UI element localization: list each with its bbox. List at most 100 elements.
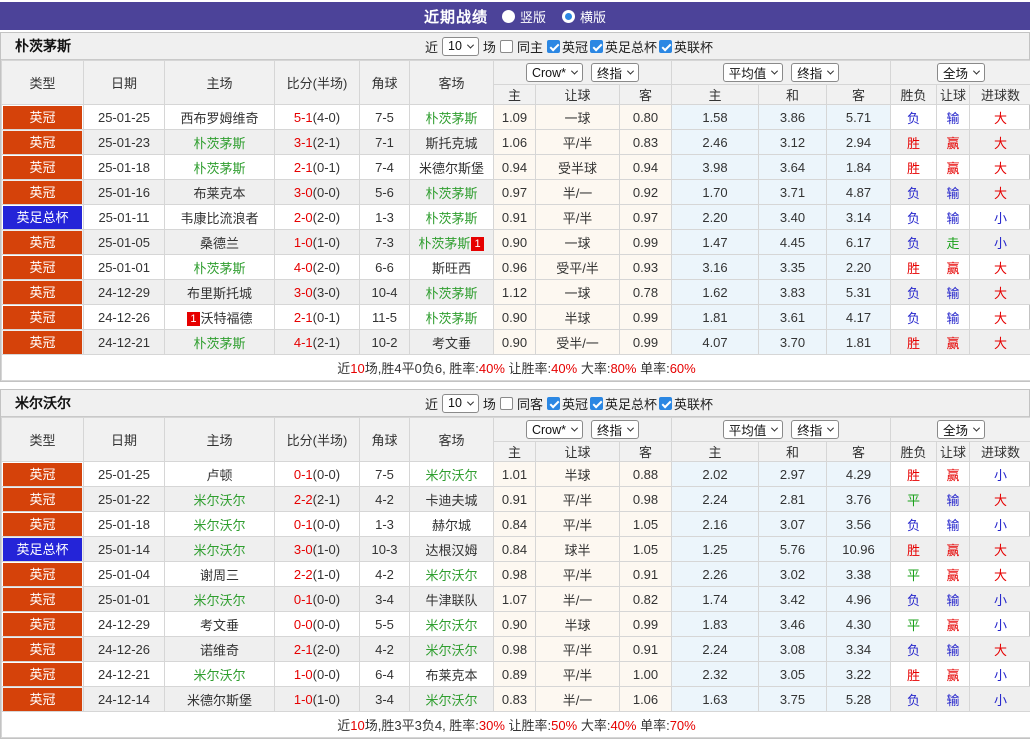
team-name-text: 米尔沃尔 <box>425 643 477 658</box>
crow-home-odds: 0.83 <box>494 687 536 712</box>
horizontal-layout-radio-item[interactable]: 横版 <box>562 7 606 26</box>
summary-segment: 40% <box>610 718 636 733</box>
league-checkbox[interactable] <box>590 397 603 410</box>
crow-final-select[interactable]: 终指 <box>591 420 639 439</box>
corners-cell: 5-5 <box>360 612 410 637</box>
match-rows: 英冠25-01-25卢顿0-1(0-0)7-5米尔沃尔1.01半球0.882.0… <box>2 462 1030 712</box>
crow-away-odds: 0.83 <box>620 130 672 155</box>
crow-company-select[interactable]: Crow* <box>526 420 583 439</box>
scope-select[interactable]: 全场 <box>937 420 985 439</box>
score-cell: 3-0(1-0) <box>275 537 360 562</box>
handicap-result-cell: 赢 <box>937 155 970 180</box>
away-team-cell: 米尔沃尔 <box>410 562 494 587</box>
match-count-select[interactable]: 10 <box>442 37 479 56</box>
type-cell: 英冠 <box>2 562 84 587</box>
crow-company-value: Crow* <box>532 66 566 80</box>
avg-company-select[interactable]: 平均值 <box>723 63 784 82</box>
corners-cell: 6-4 <box>360 662 410 687</box>
col-header-corners: 角球 <box>360 61 410 105</box>
crow-away-odds: 0.78 <box>620 280 672 305</box>
fulltime-score: 2-1 <box>294 642 313 657</box>
crow-company-select[interactable]: Crow* <box>526 63 583 82</box>
league-type-badge: 英冠 <box>3 613 82 636</box>
goals-result-cell: 大 <box>970 105 1030 130</box>
away-team-cell: 达根汉姆 <box>410 537 494 562</box>
league-checkbox[interactable] <box>590 40 603 53</box>
sub-header-crow-handicap: 让球 <box>536 85 620 105</box>
avg-away-odds: 4.96 <box>827 587 891 612</box>
score-cell: 2-1(0-1) <box>275 305 360 330</box>
league-checkbox-label: 英足总杯 <box>605 394 657 413</box>
sub-header-avg-home: 主 <box>672 85 759 105</box>
crow-away-odds: 0.98 <box>620 487 672 512</box>
avg-final-select[interactable]: 终指 <box>791 63 839 82</box>
match-row: 英冠25-01-05桑德兰1-0(1-0)7-3朴茨茅斯10.90一球0.991… <box>2 230 1030 255</box>
crow-handicap: 半/一 <box>536 687 620 712</box>
vertical-layout-radio-item[interactable]: 竖版 <box>502 7 546 26</box>
corners-cell: 11-5 <box>360 305 410 330</box>
crow-final-value: 终指 <box>597 420 622 439</box>
avg-away-odds: 4.87 <box>827 180 891 205</box>
match-count-select[interactable]: 10 <box>442 394 479 413</box>
result-text: 小 <box>994 668 1007 683</box>
team-name-text: 卢顿 <box>206 468 232 483</box>
corners-cell: 7-5 <box>360 462 410 487</box>
col-header-date: 日期 <box>84 418 165 462</box>
score-cell: 2-2(1-0) <box>275 562 360 587</box>
summary-segment: 大率: <box>577 718 610 733</box>
date-cell: 24-12-14 <box>84 687 165 712</box>
league-checkbox[interactable] <box>547 397 560 410</box>
winlose-result-cell: 胜 <box>891 130 937 155</box>
score-cell: 2-2(2-1) <box>275 487 360 512</box>
horizontal-layout-label: 横版 <box>580 7 606 26</box>
corners-cell: 4-2 <box>360 637 410 662</box>
same-venue-checkbox[interactable] <box>500 397 513 410</box>
goals-result-cell: 大 <box>970 280 1030 305</box>
vertical-layout-radio[interactable] <box>502 10 515 23</box>
league-type-badge: 英冠 <box>3 563 82 586</box>
type-cell: 英冠 <box>2 587 84 612</box>
type-cell: 英冠 <box>2 130 84 155</box>
league-checkbox[interactable] <box>547 40 560 53</box>
scope-select[interactable]: 全场 <box>937 63 985 82</box>
crow-final-select[interactable]: 终指 <box>591 63 639 82</box>
layout-radio-group: 竖版 横版 <box>502 7 606 26</box>
handicap-result-cell: 输 <box>937 105 970 130</box>
league-checkbox[interactable] <box>659 397 672 410</box>
handicap-result-cell: 输 <box>937 587 970 612</box>
league-checkbox-label: 英冠 <box>562 394 588 413</box>
fulltime-score: 3-0 <box>294 285 313 300</box>
league-checkbox-label: 英足总杯 <box>605 37 657 56</box>
result-text: 胜 <box>907 161 920 176</box>
date-cell: 25-01-16 <box>84 180 165 205</box>
crow-away-odds: 0.92 <box>620 180 672 205</box>
result-text: 胜 <box>907 261 920 276</box>
same-venue-checkbox[interactable] <box>500 40 513 53</box>
sub-header-goals: 进球数 <box>970 85 1030 105</box>
avg-away-odds: 3.14 <box>827 205 891 230</box>
horizontal-layout-radio[interactable] <box>562 10 575 23</box>
team-name-text: 达根汉姆 <box>425 543 477 558</box>
match-row: 英冠25-01-22米尔沃尔2-2(2-1)4-2卡迪夫城0.91平/半0.98… <box>2 487 1030 512</box>
type-cell: 英冠 <box>2 180 84 205</box>
col-header-type: 类型 <box>2 418 84 462</box>
league-type-badge: 英冠 <box>3 306 82 329</box>
avg-final-select[interactable]: 终指 <box>791 420 839 439</box>
league-checkbox-label: 英联杯 <box>674 394 713 413</box>
home-team-cell: 米尔沃尔 <box>165 587 275 612</box>
handicap-result-cell: 输 <box>937 305 970 330</box>
avg-company-select[interactable]: 平均值 <box>723 420 784 439</box>
score-cell: 2-1(0-1) <box>275 155 360 180</box>
red-card-badge: 1 <box>471 237 483 251</box>
sub-header-crow-away: 客 <box>620 442 672 462</box>
crow-away-odds: 0.99 <box>620 230 672 255</box>
type-cell: 英冠 <box>2 255 84 280</box>
avg-away-odds: 1.81 <box>827 330 891 355</box>
league-type-badge: 英足总杯 <box>3 538 82 561</box>
team-name-text: 卡迪夫城 <box>425 493 477 508</box>
summary-segment: 30% <box>479 718 505 733</box>
halftime-score: (0-0) <box>313 667 340 682</box>
match-row: 英冠24-12-14米德尔斯堡1-0(1-0)3-4米尔沃尔0.83半/一1.0… <box>2 687 1030 712</box>
league-checkbox[interactable] <box>659 40 672 53</box>
crow-handicap: 平/半 <box>536 637 620 662</box>
